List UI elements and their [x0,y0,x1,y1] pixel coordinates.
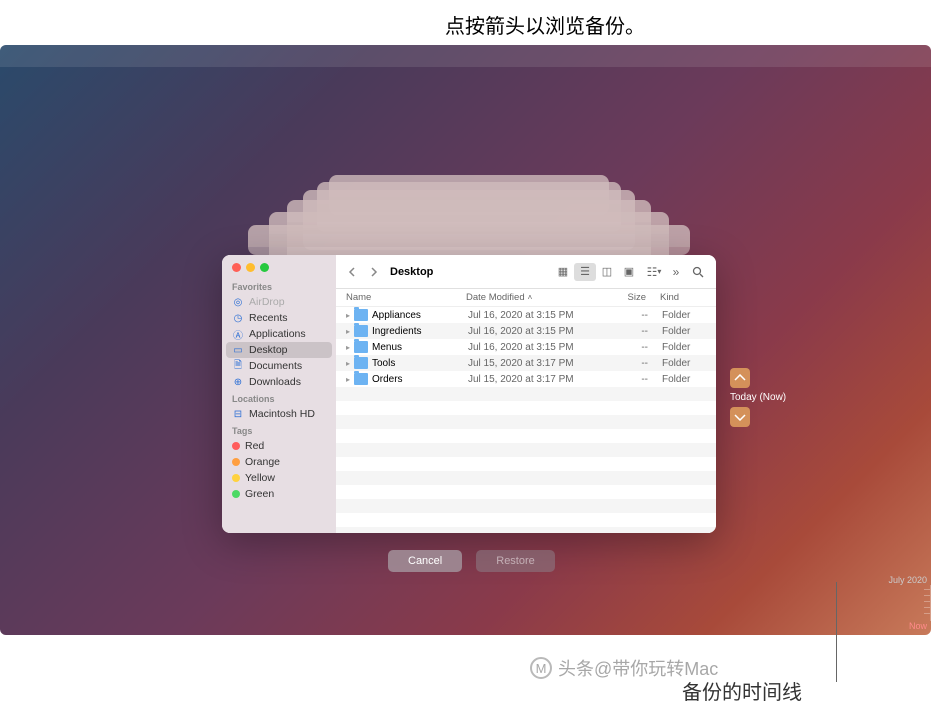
sidebar-tag-yellow[interactable]: Yellow [222,470,336,486]
folder-icon [354,373,368,385]
file-list: ▸AppliancesJul 16, 2020 at 3:15 PM--Fold… [336,307,716,533]
tag-dot-green [232,490,240,498]
time-machine-desktop: Favorites ◎AirDrop ◷Recents ⒶApplication… [0,45,931,635]
watermark-icon: M [530,657,552,679]
file-row[interactable]: ▸IngredientsJul 16, 2020 at 3:15 PM--Fol… [336,323,716,339]
sidebar-tag-orange[interactable]: Orange [222,454,336,470]
folder-icon [354,357,368,369]
disk-icon: ⊟ [232,408,244,420]
cancel-button[interactable]: Cancel [388,550,462,572]
file-row-empty [336,527,716,533]
timeline-now-label: Now [877,621,931,631]
sidebar-tag-green[interactable]: Green [222,486,336,502]
file-row-empty [336,485,716,499]
search-button[interactable] [690,264,706,280]
sidebar-item-desktop[interactable]: ▭Desktop [226,342,332,358]
time-machine-nav: Today (Now) [730,365,810,430]
sidebar-item-recents[interactable]: ◷Recents [222,310,336,326]
tm-next-button[interactable] [730,407,750,427]
column-size[interactable]: Size [596,292,646,303]
window-controls [222,263,336,278]
annotation-top-text: 点按箭头以浏览备份。 [445,10,645,39]
clock-icon: ◷ [232,312,244,324]
file-row[interactable]: ▸OrdersJul 15, 2020 at 3:17 PM--Folder [336,371,716,387]
close-button[interactable] [232,263,241,272]
view-column-button[interactable]: ◫ [596,263,618,281]
minimize-button[interactable] [246,263,255,272]
sidebar-item-applications[interactable]: ⒶApplications [222,326,336,342]
sidebar-item-macintosh-hd[interactable]: ⊟Macintosh HD [222,406,336,422]
disclosure-triangle-icon[interactable]: ▸ [346,327,354,336]
restore-button[interactable]: Restore [476,550,555,572]
finder-title: Desktop [390,266,433,278]
tm-previous-button[interactable] [730,368,750,388]
sidebar-item-downloads[interactable]: ⊕Downloads [222,374,336,390]
action-buttons: Cancel Restore [388,550,555,572]
file-row[interactable]: ▸ToolsJul 15, 2020 at 3:17 PM--Folder [336,355,716,371]
backup-timeline[interactable]: July 2020 Now [877,575,931,631]
watermark: M 头条@带你玩转Mac [530,655,718,681]
sidebar-favorites-header: Favorites [222,278,336,294]
file-row[interactable]: ▸MenusJul 16, 2020 at 3:15 PM--Folder [336,339,716,355]
maximize-button[interactable] [260,263,269,272]
view-list-button[interactable]: ☰ [574,263,596,281]
downloads-icon: ⊕ [232,376,244,388]
annotation-line-bottom [836,582,837,682]
folder-icon [354,325,368,337]
stacked-window[interactable] [248,225,690,255]
more-button[interactable]: » [668,264,684,280]
view-mode-group: ▦ ☰ ◫ ▣ [552,263,640,281]
file-row-empty [336,443,716,457]
sidebar-tags-header: Tags [222,422,336,438]
sidebar-item-documents[interactable]: 🗎Documents [222,358,336,374]
column-name[interactable]: Name [346,292,466,303]
sidebar-locations-header: Locations [222,390,336,406]
file-row[interactable]: ▸AppliancesJul 16, 2020 at 3:15 PM--Fold… [336,307,716,323]
tag-dot-yellow [232,474,240,482]
tag-dot-orange [232,458,240,466]
file-row-empty [336,513,716,527]
file-row-empty [336,387,716,401]
nav-forward-button[interactable] [366,265,380,279]
tag-dot-red [232,442,240,450]
column-date[interactable]: Date Modified˄ [466,292,596,303]
finder-toolbar: Desktop ▦ ☰ ◫ ▣ ☷▾ » [336,255,716,289]
folder-icon [354,341,368,353]
group-by-button[interactable]: ☷▾ [646,264,662,280]
finder-sidebar: Favorites ◎AirDrop ◷Recents ⒶApplication… [222,255,336,533]
disclosure-triangle-icon[interactable]: ▸ [346,359,354,368]
view-icon-button[interactable]: ▦ [552,263,574,281]
disclosure-triangle-icon[interactable]: ▸ [346,343,354,352]
airdrop-icon: ◎ [232,296,244,308]
file-row-empty [336,457,716,471]
menubar [0,45,931,67]
file-row-empty [336,499,716,513]
disclosure-triangle-icon[interactable]: ▸ [346,375,354,384]
documents-icon: 🗎 [232,360,244,372]
file-row-empty [336,401,716,415]
folder-icon [354,309,368,321]
file-row-empty [336,415,716,429]
finder-main: Desktop ▦ ☰ ◫ ▣ ☷▾ » Name Date Modified˄… [336,255,716,533]
timeline-ticks [877,585,931,621]
sort-indicator-icon: ˄ [528,293,533,302]
disclosure-triangle-icon[interactable]: ▸ [346,311,354,320]
finder-window: Favorites ◎AirDrop ◷Recents ⒶApplication… [222,255,716,533]
timeline-month-label: July 2020 [877,575,931,585]
view-gallery-button[interactable]: ▣ [618,263,640,281]
apps-icon: Ⓐ [232,328,244,340]
sidebar-tag-red[interactable]: Red [222,438,336,454]
column-kind[interactable]: Kind [646,292,696,303]
file-row-empty [336,471,716,485]
tm-current-label: Today (Now) [730,392,810,403]
sidebar-item-airdrop: ◎AirDrop [222,294,336,310]
desktop-icon: ▭ [232,344,244,356]
file-row-empty [336,429,716,443]
column-headers: Name Date Modified˄ Size Kind [336,289,716,307]
nav-back-button[interactable] [346,265,360,279]
